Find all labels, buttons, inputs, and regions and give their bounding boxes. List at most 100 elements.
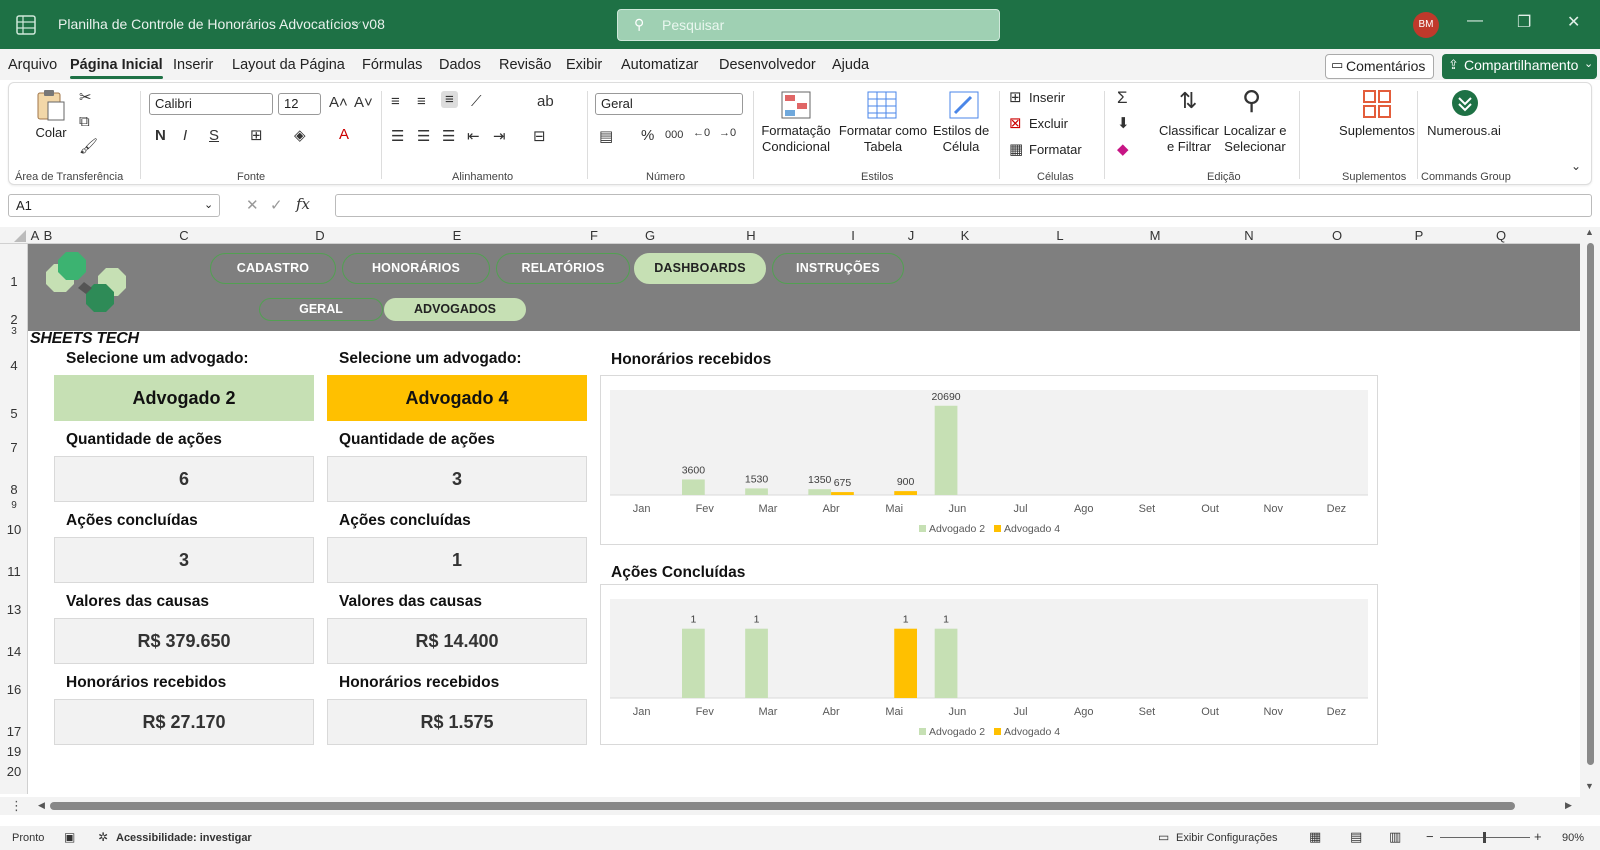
restore-icon[interactable]: ❐ — [1517, 12, 1531, 32]
find-label-1[interactable]: Localizar e — [1219, 123, 1291, 139]
cell-styles-label-1[interactable]: Estilos de — [926, 123, 996, 139]
minimize-icon[interactable]: — — [1467, 12, 1483, 30]
align-center-icon[interactable]: ☰ — [417, 127, 430, 145]
delete-cells-icon[interactable]: ⊠ — [1009, 114, 1022, 132]
autosum-icon[interactable]: Σ — [1117, 88, 1128, 108]
row-header[interactable]: 9 — [0, 500, 28, 511]
align-right-icon[interactable]: ☰ — [442, 127, 455, 145]
row-header[interactable]: 2 — [0, 312, 28, 327]
font-name-dropdown[interactable]: Calibri — [149, 93, 273, 115]
accessibility-status[interactable]: Acessibilidade: investigar — [116, 832, 252, 844]
bar[interactable] — [682, 479, 705, 495]
nav-honorarios[interactable]: HONORÁRIOS — [342, 253, 490, 284]
zoom-out-icon[interactable]: − — [1426, 829, 1434, 844]
copy-icon[interactable]: ⧉ — [79, 113, 90, 130]
decrease-font-icon[interactable]: A˅ — [354, 94, 373, 111]
underline-icon[interactable]: S — [209, 127, 219, 144]
horizontal-scrollbar[interactable]: ⋮ ◀ ▶ — [0, 797, 1600, 815]
horizontal-scroll-thumb[interactable] — [50, 802, 1515, 810]
column-header[interactable]: Q — [1460, 228, 1542, 243]
italic-icon[interactable]: I — [183, 127, 187, 144]
wrap-text-icon[interactable]: ab — [537, 93, 554, 110]
insert-label[interactable]: Inserir — [1029, 90, 1065, 105]
subnav-geral[interactable]: GERAL — [259, 298, 383, 321]
paste-label[interactable]: Colar — [35, 125, 67, 141]
font-size-dropdown[interactable]: 12 — [278, 93, 321, 115]
row-header[interactable]: 20 — [0, 764, 28, 779]
formula-input[interactable] — [335, 194, 1592, 217]
menu-ajuda[interactable]: Ajuda — [832, 57, 869, 73]
normal-view-icon[interactable]: ▦ — [1309, 829, 1321, 845]
column-header[interactable]: D — [314, 228, 326, 243]
macro-record-icon[interactable]: ▣ — [64, 830, 75, 844]
comments-button[interactable]: ▭ Comentários — [1325, 54, 1434, 79]
column-header[interactable]: I — [802, 228, 904, 243]
column-header[interactable]: G — [600, 228, 700, 243]
row-header[interactable]: 13 — [0, 602, 28, 617]
conditional-label-2[interactable]: Condicional — [753, 139, 839, 155]
numerous-label[interactable]: Numerous.ai — [1419, 123, 1509, 139]
menu-dados[interactable]: Dados — [439, 57, 481, 73]
row-header[interactable]: 1 — [0, 274, 28, 289]
add-ins-label[interactable]: Suplementos — [1337, 123, 1417, 139]
menu-arquivo[interactable]: Arquivo — [8, 57, 57, 73]
menu-desenvolvedor[interactable]: Desenvolvedor — [719, 57, 816, 73]
row-header[interactable]: 5 — [0, 406, 28, 421]
vertical-scrollbar[interactable]: ▲ ▼ — [1580, 227, 1600, 797]
nav-relatorios[interactable]: RELATÓRIOS — [496, 253, 630, 284]
column-header[interactable]: O — [1296, 228, 1378, 243]
align-bottom-icon[interactable]: ≡ — [441, 91, 458, 108]
more-options-icon[interactable]: ⋮ — [10, 798, 23, 814]
bar[interactable] — [808, 489, 832, 495]
column-header[interactable]: F — [588, 228, 600, 243]
document-title[interactable]: Planilha de Controle de Honorários Advoc… — [58, 16, 385, 32]
zoom-in-icon[interactable]: + — [1534, 829, 1542, 844]
insert-cells-icon[interactable]: ⊞ — [1009, 88, 1022, 106]
align-middle-icon[interactable]: ≡ — [417, 93, 426, 110]
row-header[interactable]: 16 — [0, 682, 28, 697]
conditional-label-1[interactable]: Formatação — [753, 123, 839, 139]
column-header[interactable]: E — [326, 228, 588, 243]
zoom-slider-thumb[interactable] — [1483, 832, 1486, 843]
menu-layout[interactable]: Layout da Página — [232, 57, 345, 73]
row-header[interactable]: 19 — [0, 744, 28, 759]
paste-icon[interactable] — [35, 88, 67, 122]
orientation-icon[interactable]: ⟋ — [471, 93, 482, 110]
menu-inserir[interactable]: Inserir — [173, 57, 213, 73]
menu-formulas[interactable]: Fórmulas — [362, 57, 422, 73]
scroll-right-icon[interactable]: ▶ — [1565, 800, 1572, 811]
display-settings-button[interactable]: Exibir Configurações — [1176, 832, 1278, 844]
decrease-indent-icon[interactable]: ⇤ — [467, 127, 480, 145]
column-header[interactable]: M — [1108, 228, 1202, 243]
scroll-down-icon[interactable]: ▼ — [1585, 781, 1594, 791]
avatar[interactable]: BM — [1413, 12, 1439, 38]
sort-label-1[interactable]: Classificar — [1159, 123, 1219, 139]
comma-style-icon[interactable]: 000 — [665, 129, 683, 141]
close-icon[interactable]: ✕ — [1567, 12, 1580, 32]
increase-font-icon[interactable]: A˄ — [329, 94, 348, 111]
align-top-icon[interactable]: ≡ — [391, 93, 400, 110]
share-button[interactable]: ⇪ Compartilhamento ⌄ — [1442, 54, 1597, 79]
cancel-icon[interactable]: ✕ — [246, 196, 259, 214]
currency-icon[interactable]: ▤ — [599, 127, 613, 145]
column-header[interactable]: N — [1202, 228, 1296, 243]
subnav-advogados[interactable]: ADVOGADOS — [384, 298, 526, 321]
column-header[interactable]: P — [1378, 228, 1460, 243]
sort-filter-icon[interactable]: ⇅ — [1179, 88, 1197, 114]
format-painter-icon[interactable]: 🖌 — [79, 137, 98, 155]
clear-icon[interactable]: ◆ — [1117, 140, 1129, 158]
row-header[interactable]: 8 — [0, 482, 28, 497]
fill-icon[interactable]: ⬇ — [1117, 114, 1130, 132]
decrease-decimal-icon[interactable]: →0 — [719, 127, 736, 139]
number-format-dropdown[interactable]: Geral — [595, 93, 743, 115]
row-header[interactable]: 17 — [0, 724, 28, 739]
lawyer-select-1[interactable]: Advogado 2 — [54, 375, 314, 421]
bold-icon[interactable]: N — [155, 127, 166, 144]
increase-decimal-icon[interactable]: ←0 — [693, 127, 710, 139]
nav-cadastro[interactable]: CADASTRO — [210, 253, 336, 284]
row-header[interactable]: 14 — [0, 644, 28, 659]
actions-chart[interactable]: Jan Fev 1 Mar 1 Abr Mai 1 Jun 1 Jul Ago Set Out Nov Dez… — [600, 584, 1378, 745]
menu-pagina-inicial[interactable]: Página Inicial — [70, 57, 163, 79]
cell-styles-label-2[interactable]: Célula — [926, 139, 996, 155]
find-label-2[interactable]: Selecionar — [1219, 139, 1291, 155]
